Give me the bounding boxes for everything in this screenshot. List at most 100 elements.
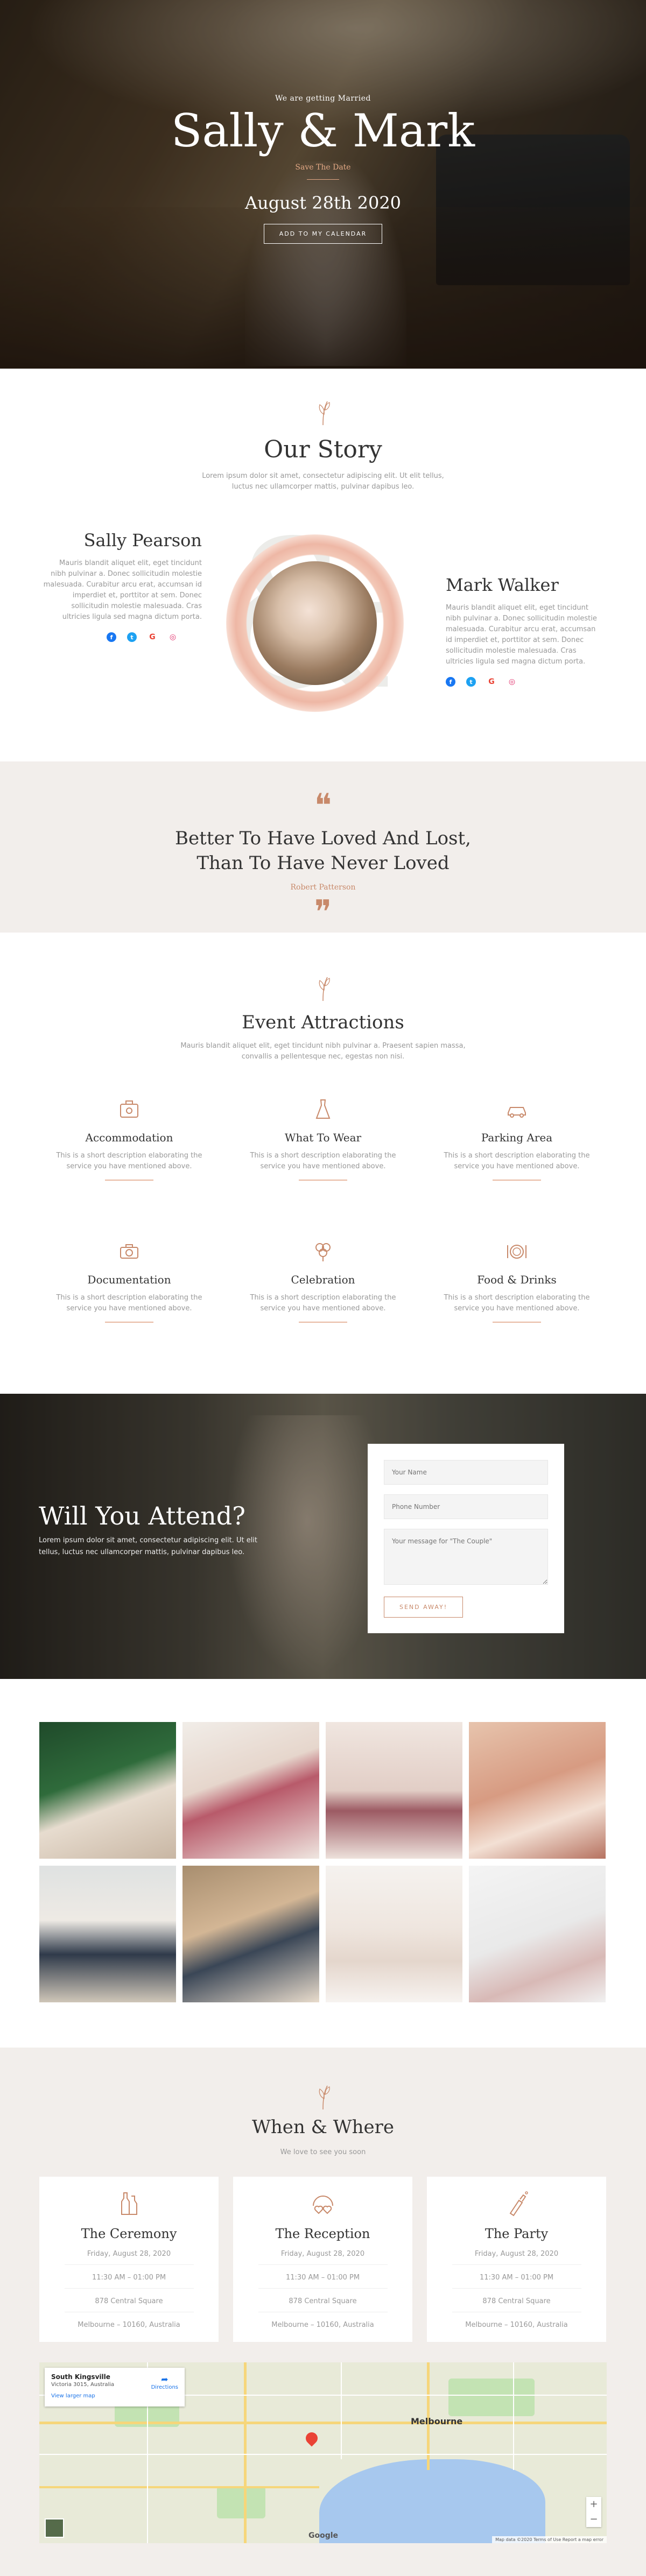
balloons-icon: [315, 1243, 331, 1261]
card-time: 11:30 AM – 01:00 PM: [285, 2274, 360, 2282]
camera-icon: [120, 1244, 138, 1259]
map-pin-icon[interactable]: [303, 2430, 320, 2447]
card-separator: [452, 2264, 581, 2265]
event-item: Documentation This is a short descriptio…: [48, 1240, 210, 1323]
event-divider: [299, 1322, 347, 1323]
hero-content: We are getting Married Sally & Mark Save…: [0, 94, 646, 244]
gallery-photo[interactable]: [326, 1722, 462, 1859]
sprig-icon: [319, 2085, 330, 2110]
wedding-date: August 28th 2020: [244, 193, 402, 213]
events-subtitle-line2: convallis a pellentesque nec, egestas no…: [241, 1053, 405, 1061]
twitter-icon[interactable]: t: [466, 677, 476, 687]
event-title: Documentation: [87, 1273, 171, 1286]
sprig-icon: [319, 401, 330, 426]
event-divider: [493, 1322, 541, 1323]
phone-field[interactable]: [384, 1494, 548, 1519]
ceremony-card: The Ceremony Friday, August 28, 2020 11:…: [39, 2177, 219, 2342]
google-icon[interactable]: G: [148, 632, 157, 642]
gallery-photo[interactable]: [326, 1866, 462, 2002]
satellite-toggle[interactable]: [45, 2518, 64, 2538]
rsvp-form: SEND AWAY!: [368, 1444, 564, 1633]
card-city: Melbourne – 10160, Australia: [465, 2321, 568, 2329]
map-street: [39, 2454, 607, 2455]
card-city: Melbourne – 10160, Australia: [78, 2321, 180, 2329]
story-subtitle: Lorem ipsum dolor sit amet, consectetur …: [0, 471, 646, 492]
dress-icon: [315, 1099, 331, 1119]
gallery-photo[interactable]: [182, 1722, 319, 1859]
name-field[interactable]: [384, 1460, 548, 1485]
sprig-icon: [319, 977, 330, 1001]
groom-name: Mark Walker: [446, 575, 559, 595]
card-time: 11:30 AM – 01:00 PM: [479, 2274, 554, 2282]
card-separator: [64, 2288, 194, 2289]
gallery-photo[interactable]: [182, 1866, 319, 2002]
event-description: This is a short description elaborating …: [250, 1294, 396, 1312]
groom-profile: Mark Walker Mauris blandit aliquet elit,…: [446, 575, 603, 687]
events-subtitle-line1: Mauris blandit aliquet elit, eget tincid…: [180, 1042, 466, 1050]
story-subtitle-line2: luctus nec ullamcorper mattis, pulvinar …: [231, 483, 415, 491]
hero-divider: [307, 179, 339, 180]
couple-names: Sally & Mark: [171, 104, 475, 157]
gallery-photo[interactable]: [469, 1722, 606, 1859]
wine-bottles-icon: [121, 2192, 137, 2215]
view-larger-map-link[interactable]: View larger map: [51, 2393, 178, 2399]
party-card: The Party Friday, August 28, 2020 11:30 …: [427, 2177, 606, 2342]
facebook-icon[interactable]: f: [446, 677, 455, 687]
map-attribution[interactable]: Map data ©2020 Terms of Use Report a map…: [492, 2536, 607, 2543]
instagram-icon[interactable]: ◎: [168, 632, 178, 642]
event-divider: [105, 1180, 153, 1181]
when-title: When & Where: [251, 2116, 395, 2138]
events-subtitle: Mauris blandit aliquet elit, eget tincid…: [0, 1041, 646, 1062]
map-park: [217, 2486, 265, 2518]
event-divider: [493, 1180, 541, 1181]
dinner-plate-icon: [507, 1245, 526, 1259]
card-separator: [258, 2264, 388, 2265]
when-where-section: When & Where We love to see you soon The…: [0, 2048, 646, 2576]
save-the-date: Save The Date: [295, 163, 351, 172]
bride-socials: f t G ◎: [43, 632, 202, 642]
map-bay: [319, 2459, 545, 2543]
events-grid: Accommodation This is a short descriptio…: [0, 1098, 646, 1323]
bride-name: Sally Pearson: [83, 530, 202, 551]
hero-pretitle: We are getting Married: [275, 94, 371, 103]
zoom-in-button[interactable]: +: [586, 2497, 601, 2512]
open-quote-icon: ❝: [314, 787, 332, 824]
gallery-photo[interactable]: [39, 1866, 176, 2002]
instagram-icon[interactable]: ◎: [507, 677, 517, 687]
card-date: Friday, August 28, 2020: [474, 2250, 559, 2258]
card-city: Melbourne – 10160, Australia: [271, 2321, 374, 2329]
rsvp-section: Will You Attend? Lorem ipsum dolor sit a…: [0, 1394, 646, 1679]
quote-section: ❝ Better To Have Loved And Lost, Than To…: [0, 761, 646, 933]
event-description: This is a short description elaborating …: [444, 1152, 590, 1170]
gallery-photo[interactable]: [469, 1866, 606, 2002]
map-city-label: Melbourne: [411, 2416, 463, 2426]
google-icon[interactable]: G: [487, 677, 496, 687]
card-date: Friday, August 28, 2020: [280, 2250, 365, 2258]
card-title: The Reception: [275, 2226, 370, 2241]
map-road: [244, 2362, 247, 2543]
message-field[interactable]: [384, 1529, 548, 1585]
google-logo: Google: [308, 2531, 339, 2540]
card-place: 878 Central Square: [95, 2297, 163, 2305]
event-item: Parking Area This is a short description…: [436, 1098, 598, 1181]
event-divider: [299, 1180, 347, 1181]
send-button[interactable]: SEND AWAY!: [384, 1597, 464, 1618]
card-separator: [64, 2264, 194, 2265]
map-park: [448, 2379, 535, 2416]
location-map[interactable]: Melbourne South Kingsville Victoria 3015…: [39, 2362, 607, 2543]
event-title: Celebration: [291, 1273, 355, 1286]
bride-bio: Mauris blandit aliquet elit, eget tincid…: [43, 559, 202, 621]
zoom-out-button[interactable]: −: [586, 2512, 601, 2527]
luggage-icon: [120, 1100, 138, 1118]
reception-card: The Reception Friday, August 28, 2020 11…: [233, 2177, 412, 2342]
directions-link[interactable]: ➦ Directions: [151, 2374, 178, 2390]
add-to-calendar-button[interactable]: ADD TO MY CALENDAR: [263, 224, 383, 244]
event-title: Accommodation: [85, 1131, 173, 1144]
map-road: [39, 2486, 319, 2488]
twitter-icon[interactable]: t: [127, 632, 137, 642]
gallery-photo[interactable]: [39, 1722, 176, 1859]
map-road: [39, 2422, 607, 2424]
card-title: The Party: [484, 2226, 549, 2241]
event-item: Accommodation This is a short descriptio…: [48, 1098, 210, 1181]
facebook-icon[interactable]: f: [107, 632, 116, 642]
